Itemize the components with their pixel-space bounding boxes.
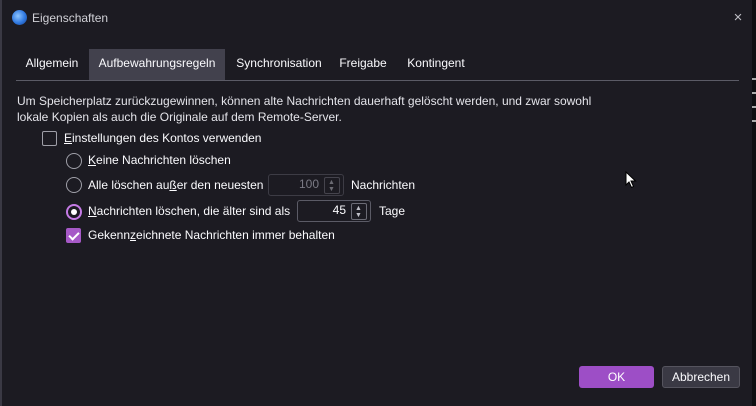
step-up-icon: ▲: [328, 179, 335, 186]
cancel-button[interactable]: Abbrechen: [662, 366, 740, 388]
delete-older-days-value: 45: [332, 203, 346, 217]
description-line-2: lokale Kopien als auch die Originale auf…: [17, 110, 342, 124]
app-logo-icon: [12, 10, 27, 25]
step-down-icon: ▼: [355, 212, 362, 219]
window-title: Eigenschaften: [32, 11, 109, 25]
retention-description: Um Speicherplatz zurückzugewinnen, könne…: [17, 93, 617, 125]
window-edge: [0, 0, 2, 406]
use-account-settings-checkbox[interactable]: [42, 131, 57, 146]
delete-older-suffix: Tage: [379, 204, 406, 218]
keep-newest-label[interactable]: Alle löschen außer den neuesten: [88, 178, 263, 192]
step-down-icon: ▼: [328, 186, 335, 193]
delete-older-stepper[interactable]: ▲ ▼: [351, 203, 367, 220]
delete-older-label[interactable]: Nachrichten löschen, die älter sind als: [88, 204, 290, 218]
keep-newest-suffix: Nachrichten: [351, 178, 416, 192]
keep-flagged-checkbox[interactable]: [66, 228, 81, 243]
delete-older-days-input[interactable]: 45 ▲ ▼: [297, 200, 371, 222]
tab-allgemein[interactable]: Allgemein: [16, 49, 88, 79]
keep-newest-stepper[interactable]: ▲ ▼: [324, 177, 340, 194]
keep-newest-count-value: 100: [298, 177, 319, 191]
close-icon[interactable]: ×: [730, 10, 746, 26]
delete-older-radio[interactable]: [66, 204, 82, 220]
mouse-cursor-icon: [625, 171, 637, 189]
tab-aufbewahrungsregeln[interactable]: Aufbewahrungsregeln: [89, 49, 225, 80]
step-up-icon: ▲: [355, 205, 362, 212]
keep-flagged-label[interactable]: Gekennzeichnete Nachrichten immer behalt…: [88, 228, 335, 242]
keep-newest-count-input[interactable]: 100 ▲ ▼: [268, 174, 344, 196]
title-bar: Eigenschaften ×: [2, 0, 752, 36]
tab-bar: Allgemein Aufbewahrungsregeln Synchronis…: [16, 49, 739, 81]
keep-all-label[interactable]: Keine Nachrichten löschen: [88, 153, 231, 167]
description-line-1: Um Speicherplatz zurückzugewinnen, könne…: [17, 94, 592, 108]
tab-kontingent[interactable]: Kontingent: [399, 49, 473, 79]
keep-all-radio[interactable]: [66, 153, 82, 169]
tab-freigabe[interactable]: Freigabe: [334, 49, 392, 79]
use-account-settings-label[interactable]: Einstellungen des Kontos verwenden: [64, 131, 261, 145]
tab-synchronisation[interactable]: Synchronisation: [231, 49, 327, 79]
background-window-strip: [752, 0, 756, 406]
ok-button[interactable]: OK: [579, 366, 654, 388]
keep-newest-radio[interactable]: [66, 177, 82, 193]
